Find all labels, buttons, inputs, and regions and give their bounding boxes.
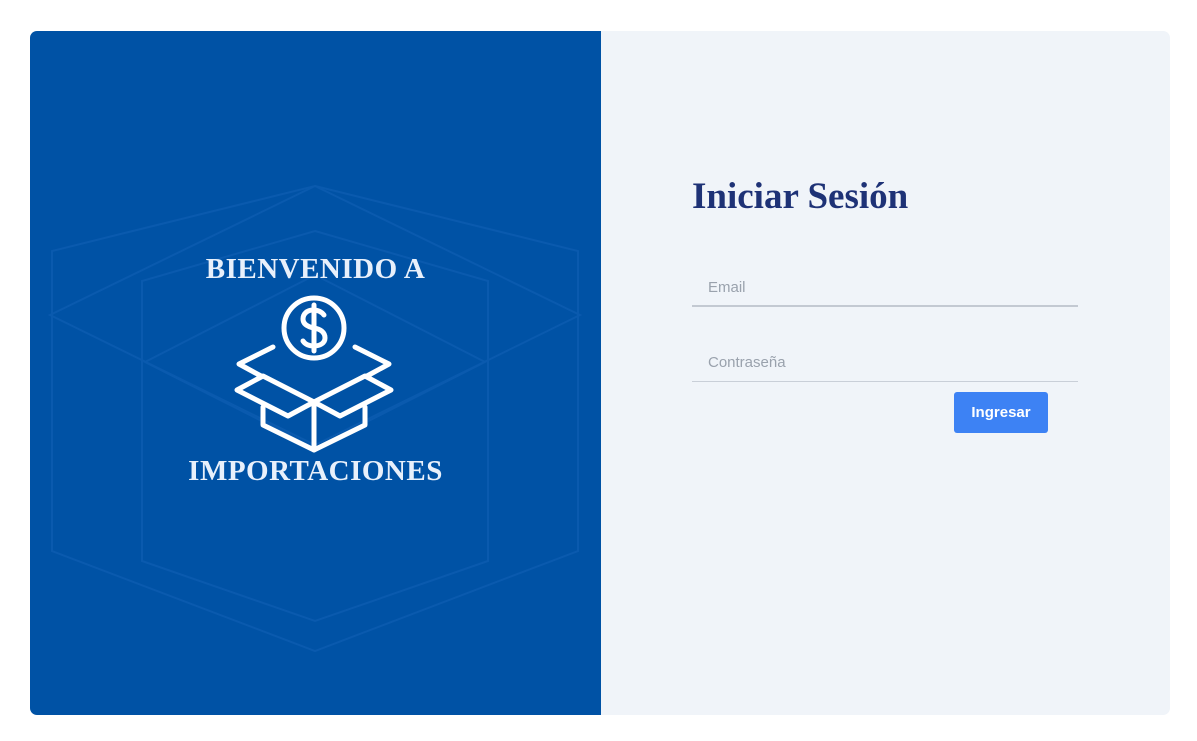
password-field[interactable] [692, 344, 1078, 382]
login-panel: Iniciar Sesión [601, 31, 1170, 715]
login-card: BIENVENIDO A IMPORTACIONES Iniciar Sesió… [30, 31, 1170, 715]
welcome-line-2: IMPORTACIONES [188, 455, 443, 487]
submit-button[interactable]: Ingresar [954, 392, 1048, 433]
welcome-line-1: BIENVENIDO A [205, 253, 426, 285]
email-field[interactable] [692, 269, 1078, 307]
login-title: Iniciar Sesión [692, 176, 909, 217]
welcome-panel: BIENVENIDO A IMPORTACIONES [30, 31, 601, 715]
money-box-icon [234, 295, 394, 453]
